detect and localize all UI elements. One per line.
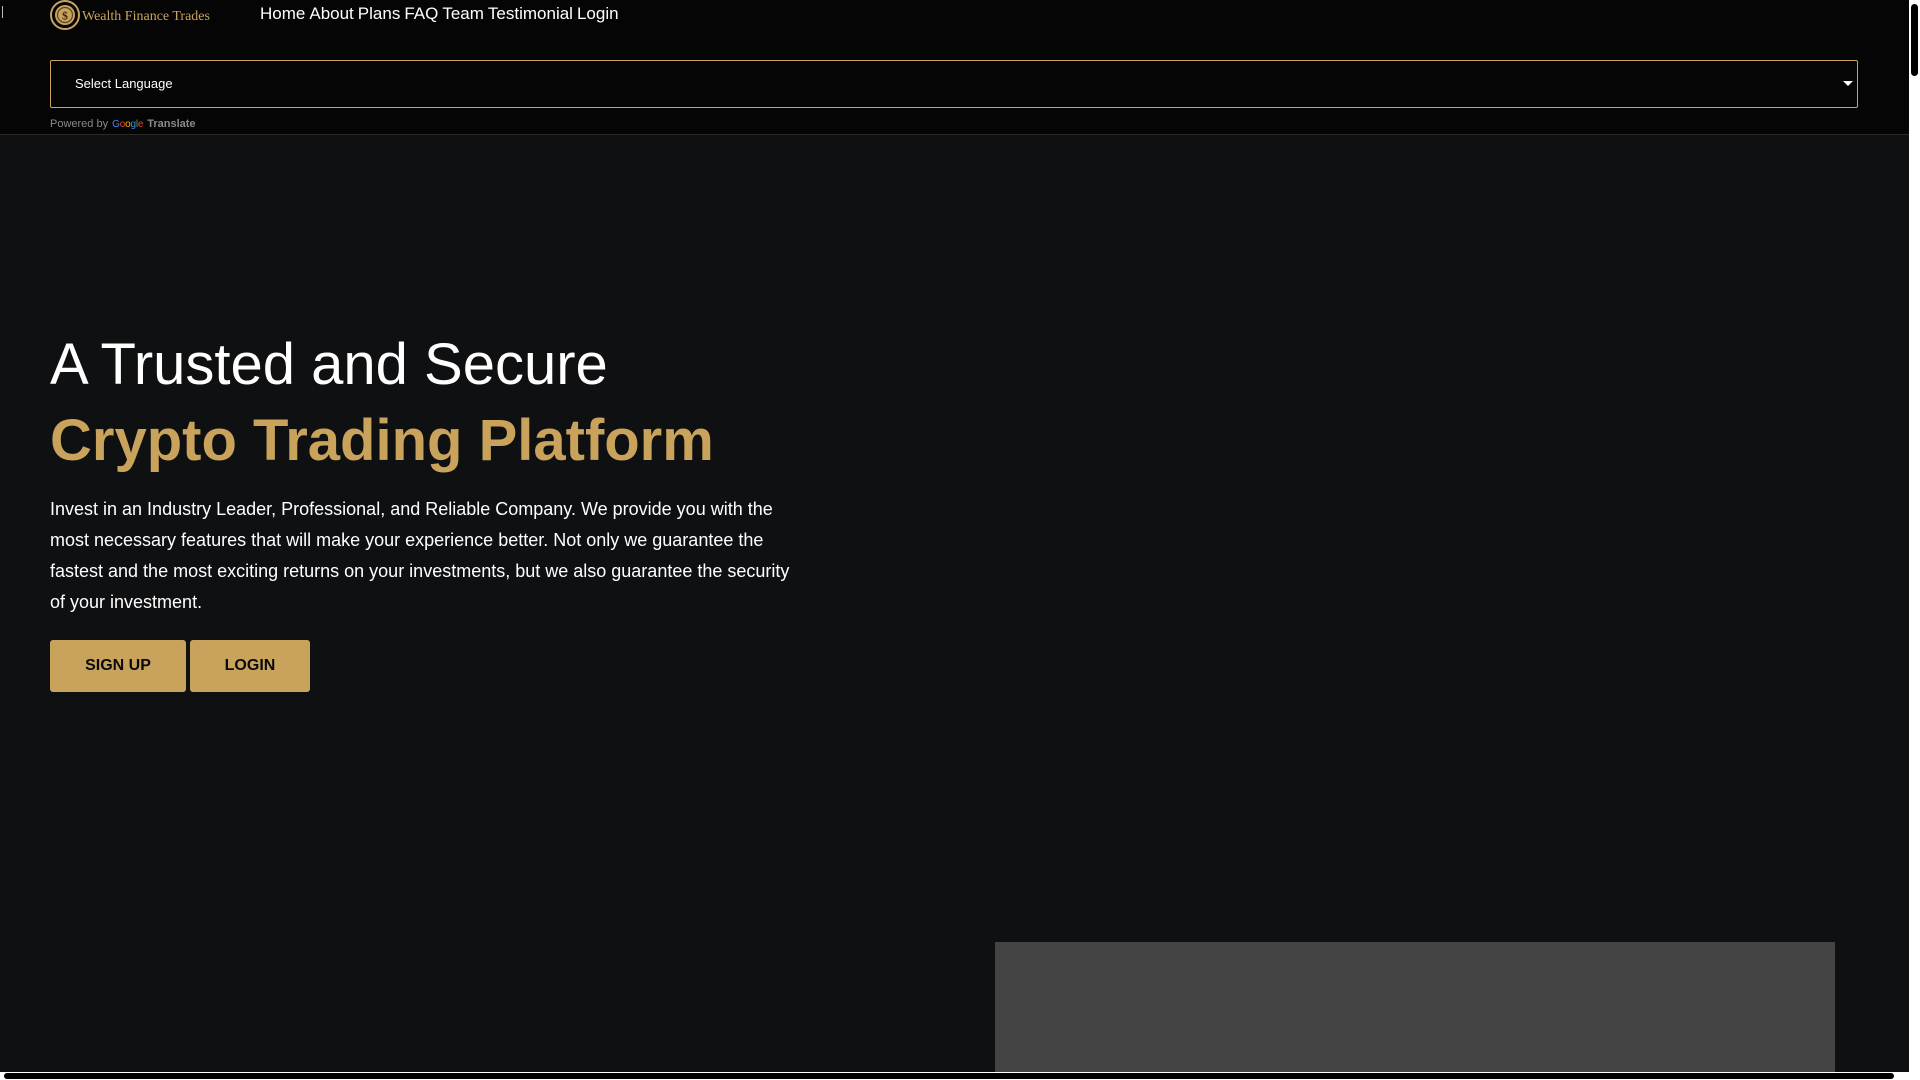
nav-home[interactable]: Home xyxy=(260,4,305,24)
media-placeholder xyxy=(995,942,1835,1072)
horizontal-scrollbar-thumb[interactable] xyxy=(4,1073,1894,1079)
brand-logo[interactable]: $ Wealth Finance Trades xyxy=(50,0,210,30)
brand-name: Wealth Finance Trades xyxy=(82,8,210,24)
vertical-scrollbar-thumb[interactable] xyxy=(1911,4,1918,76)
svg-text:$: $ xyxy=(62,9,68,23)
vertical-scrollbar[interactable] xyxy=(1909,0,1920,1072)
hero-description: Invest in an Industry Leader, Profession… xyxy=(50,499,790,612)
main-nav: Home About Plans FAQ Team Testimonial Lo… xyxy=(260,4,619,24)
hero-title-line1: A Trusted and Secure xyxy=(50,332,608,397)
horizontal-scrollbar[interactable] xyxy=(0,1072,1920,1080)
signup-button[interactable]: SIGN UP xyxy=(50,640,186,692)
gold-coin-icon: $ xyxy=(50,0,80,30)
page-viewport: $ Wealth Finance Trades Home About Plans… xyxy=(0,0,1909,1072)
nav-about[interactable]: About xyxy=(309,4,353,24)
nav-team[interactable]: Team xyxy=(442,4,484,24)
powered-by-google-translate: Powered by Google Translate xyxy=(50,118,196,130)
hero-title-line2: Crypto Trading Platform xyxy=(50,408,714,473)
powered-by-text: Powered by xyxy=(50,118,109,130)
login-button[interactable]: LOGIN xyxy=(190,640,310,692)
language-select-label: Select Language xyxy=(75,76,173,91)
chevron-down-icon xyxy=(1843,81,1853,86)
nav-plans[interactable]: Plans xyxy=(358,4,401,24)
top-header: $ Wealth Finance Trades Home About Plans… xyxy=(0,0,1909,135)
google-logo: Google xyxy=(112,118,144,130)
corner-mark xyxy=(2,6,3,18)
language-select[interactable]: Select Language xyxy=(50,60,1858,108)
nav-faq[interactable]: FAQ xyxy=(404,4,438,24)
nav-login[interactable]: Login xyxy=(577,4,619,24)
translate-link[interactable]: Translate xyxy=(147,118,195,130)
nav-testimonial[interactable]: Testimonial xyxy=(488,4,573,24)
